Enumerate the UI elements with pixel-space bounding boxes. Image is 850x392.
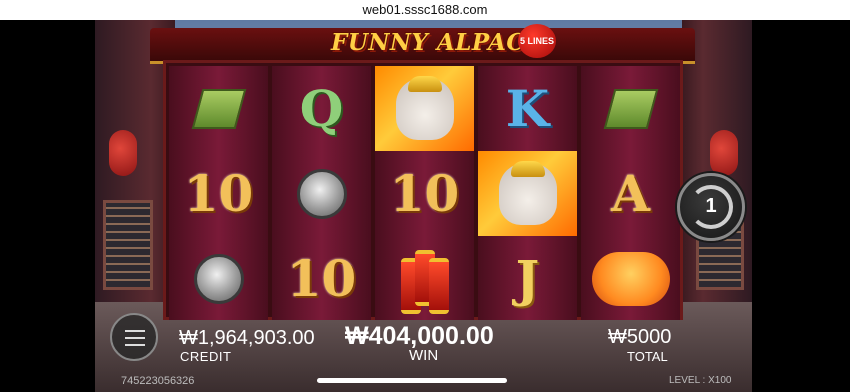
- symbol-cell: [375, 236, 474, 321]
- lucky-pig-icon: [591, 251, 670, 306]
- reel-2: Q 10: [272, 66, 371, 320]
- symbol-q: Q: [299, 79, 344, 138]
- symbol-a: A: [611, 164, 650, 223]
- symbol-cell: [169, 66, 268, 151]
- total-bet-label: TOTAL: [627, 349, 668, 364]
- hat-icon: [510, 161, 545, 177]
- lantern-icon: [710, 130, 738, 176]
- reel-frame: 10 Q 10 10 K J A: [163, 60, 683, 320]
- symbol-cell: [169, 236, 268, 321]
- gong-icon: [296, 168, 347, 219]
- lattice-window: [103, 200, 153, 290]
- mallet-icon: [603, 88, 658, 129]
- url-text: web01.sssc1688.com: [362, 2, 488, 17]
- mallet-icon: [191, 88, 246, 129]
- spin-count: 1: [705, 195, 717, 217]
- browser-url-bar[interactable]: web01.sssc1688.com: [0, 0, 850, 20]
- lines-badge: 5 LINES: [518, 24, 556, 58]
- symbol-cell: J: [478, 236, 577, 321]
- reel-1: 10: [169, 66, 268, 320]
- symbol-cell: K: [478, 66, 577, 151]
- hamburger-line: [125, 337, 145, 339]
- hud-bar: ₩1,964,903.00 CREDIT ₩404,000.00 WIN ₩50…: [95, 313, 752, 392]
- symbol-cell: A: [581, 151, 680, 236]
- left-black-margin: [0, 20, 95, 392]
- symbol-cell: [581, 66, 680, 151]
- symbol-10: 10: [183, 164, 254, 223]
- menu-button[interactable]: [110, 313, 158, 361]
- reel-3: 10: [375, 66, 474, 320]
- credit-label: CREDIT: [180, 349, 232, 364]
- game-logo: FUNNY ALPACA: [331, 29, 544, 56]
- lantern-icon: [109, 130, 137, 176]
- game-round-id: 745223056326: [121, 375, 195, 387]
- credit-value: ₩1,964,903.00: [179, 327, 315, 349]
- reel-4: K J: [478, 66, 577, 320]
- symbol-cell: 10: [375, 151, 474, 236]
- hamburger-line: [125, 330, 145, 332]
- level-indicator: LEVEL : X100: [669, 375, 732, 386]
- symbol-cell: [581, 236, 680, 321]
- right-building: [682, 20, 752, 320]
- total-bet-value[interactable]: ₩5000: [608, 326, 671, 349]
- home-indicator[interactable]: [317, 378, 507, 383]
- win-label: WIN: [409, 347, 439, 364]
- symbol-cell: Q: [272, 66, 371, 151]
- firecracker-icon: [429, 258, 449, 314]
- symbol-cell: [375, 66, 474, 151]
- symbol-10: 10: [286, 249, 357, 308]
- symbol-cell: [272, 151, 371, 236]
- symbol-10: 10: [389, 164, 460, 223]
- symbol-k: K: [505, 79, 550, 138]
- reel-5: A: [581, 66, 680, 320]
- symbol-cell: 10: [169, 151, 268, 236]
- autospin-button[interactable]: 1: [677, 173, 745, 241]
- hat-icon: [407, 76, 442, 92]
- right-black-margin: [752, 20, 850, 392]
- hamburger-line: [125, 344, 145, 346]
- symbol-cell: 10: [272, 236, 371, 321]
- symbol-cell: [478, 151, 577, 236]
- symbol-j: J: [515, 249, 540, 308]
- gong-icon: [193, 253, 244, 304]
